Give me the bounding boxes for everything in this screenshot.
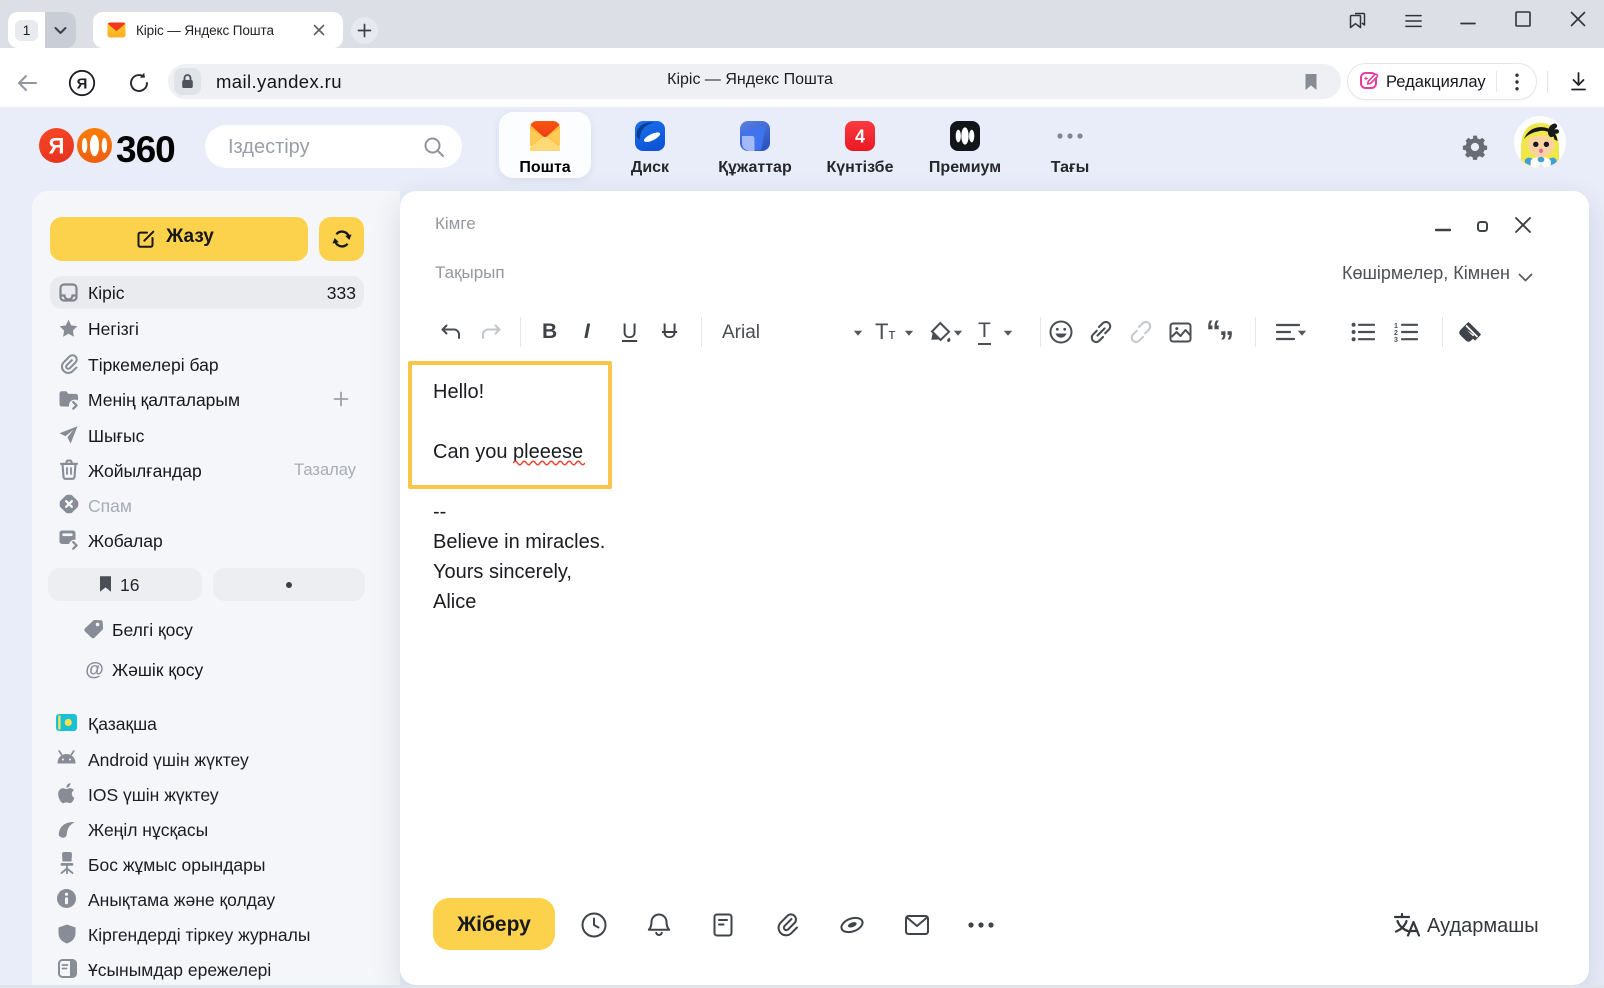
svg-text:1: 1 (1394, 323, 1398, 330)
svg-text:Я: Я (49, 134, 65, 159)
svg-text:2: 2 (1394, 330, 1398, 337)
svg-text:Я: Я (77, 75, 88, 92)
svg-text:3: 3 (1394, 337, 1398, 342)
svg-text:@: @ (85, 660, 104, 680)
svg-text:4: 4 (855, 127, 865, 147)
